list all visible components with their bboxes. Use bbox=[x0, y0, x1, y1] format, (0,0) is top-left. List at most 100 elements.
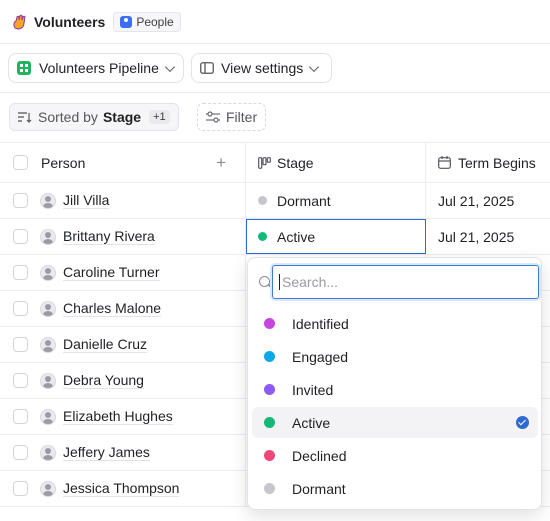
row-checkbox[interactable] bbox=[12, 193, 28, 208]
term-begins-cell[interactable]: Jul 21, 2025 bbox=[426, 183, 550, 218]
avatar bbox=[40, 480, 56, 497]
stage-dropdown: Search... Identified Engaged Invited Active… bbox=[247, 257, 542, 510]
person-name[interactable]: Jessica Thompson bbox=[63, 480, 180, 497]
stage-color-dot bbox=[264, 384, 275, 395]
person-name[interactable]: Jill Villa bbox=[63, 192, 110, 209]
person-cell[interactable]: Brittany Rivera bbox=[40, 219, 246, 254]
stage-option[interactable]: Invited bbox=[252, 374, 538, 405]
person-cell[interactable]: Charles Malone bbox=[40, 291, 246, 326]
pipeline-grid-icon bbox=[17, 61, 31, 75]
person-name[interactable]: Brittany Rivera bbox=[63, 228, 155, 245]
chevron-down-icon bbox=[164, 61, 175, 72]
search-placeholder: Search... bbox=[282, 274, 339, 290]
toolbar: Volunteers Pipeline View settings bbox=[0, 44, 550, 93]
filter-button[interactable]: Filter bbox=[197, 103, 267, 131]
row-checkbox[interactable] bbox=[12, 481, 28, 496]
column-header-person[interactable]: Person + bbox=[40, 143, 246, 182]
row-checkbox[interactable] bbox=[12, 373, 28, 388]
stage-option-label: Active bbox=[292, 414, 331, 431]
view-settings-button[interactable]: View settings bbox=[191, 53, 332, 83]
stage-color-dot bbox=[264, 417, 275, 428]
person-name[interactable]: Jeffery James bbox=[63, 444, 150, 461]
column-header-stage[interactable]: Stage bbox=[246, 143, 426, 182]
row-checkbox[interactable] bbox=[12, 265, 28, 280]
object-badge[interactable]: People bbox=[113, 11, 181, 32]
person-cell[interactable]: Jeffery James bbox=[40, 435, 246, 470]
sort-field: Stage bbox=[102, 109, 142, 125]
term-begins-value: Jul 21, 2025 bbox=[438, 228, 515, 245]
row-select-cell bbox=[0, 435, 40, 470]
sort-extra-count: +1 bbox=[149, 110, 170, 124]
stage-status-dot bbox=[258, 232, 267, 241]
stage-option[interactable]: Active bbox=[252, 407, 538, 438]
stage-option-label: Declined bbox=[292, 447, 347, 464]
search-icon bbox=[259, 276, 270, 287]
person-name[interactable]: Elizabeth Hughes bbox=[63, 408, 173, 425]
row-select-cell bbox=[0, 399, 40, 434]
person-cell[interactable]: Debra Young bbox=[40, 363, 246, 398]
add-column-icon[interactable]: + bbox=[216, 154, 226, 171]
column-header-term-begins[interactable]: Term Begins bbox=[426, 143, 550, 182]
person-name[interactable]: Danielle Cruz bbox=[63, 336, 148, 353]
check-circle-icon bbox=[516, 416, 529, 429]
person-cell[interactable]: Danielle Cruz bbox=[40, 327, 246, 362]
stage-option-label: Engaged bbox=[292, 348, 349, 365]
stage-option[interactable]: Dormant bbox=[252, 473, 538, 504]
person-cell[interactable]: Caroline Turner bbox=[40, 255, 246, 290]
layout-icon bbox=[200, 62, 214, 74]
sort-chip[interactable]: Sorted by Stage +1 bbox=[9, 103, 179, 131]
row-checkbox[interactable] bbox=[12, 301, 28, 316]
filter-label: Filter bbox=[226, 109, 258, 125]
row-select-cell bbox=[0, 219, 40, 254]
filter-sliders-icon bbox=[206, 111, 220, 123]
view-settings-label: View settings bbox=[221, 60, 304, 76]
select-all-checkbox[interactable] bbox=[12, 155, 28, 170]
row-select-cell bbox=[0, 255, 40, 290]
person-name[interactable]: Debra Young bbox=[63, 372, 144, 389]
person-cell[interactable]: Elizabeth Hughes bbox=[40, 399, 246, 434]
select-all-cell bbox=[0, 143, 40, 182]
avatar bbox=[40, 300, 56, 317]
sort-icon bbox=[18, 112, 32, 123]
row-checkbox[interactable] bbox=[12, 229, 28, 244]
person-name[interactable]: Caroline Turner bbox=[63, 264, 160, 281]
person-cell[interactable]: Jill Villa bbox=[40, 183, 246, 218]
stage-cell[interactable]: Dormant bbox=[246, 183, 426, 218]
row-checkbox[interactable] bbox=[12, 337, 28, 352]
person-icon bbox=[120, 15, 133, 28]
stage-option[interactable]: Identified bbox=[252, 308, 538, 339]
avatar bbox=[40, 228, 56, 245]
avatar bbox=[40, 408, 56, 425]
avatar bbox=[40, 264, 56, 281]
stage-cell[interactable]: Active bbox=[246, 219, 426, 254]
page-title: Volunteers bbox=[34, 13, 106, 30]
stage-color-dot bbox=[264, 450, 275, 461]
volunteers-hand-icon bbox=[13, 14, 26, 30]
stage-option-label: Invited bbox=[292, 381, 334, 398]
avatar bbox=[40, 372, 56, 389]
stage-status-dot bbox=[258, 196, 267, 205]
stage-option[interactable]: Declined bbox=[252, 440, 538, 471]
table-row[interactable]: Brittany Rivera Active Jul 21, 2025 bbox=[0, 219, 550, 255]
row-checkbox[interactable] bbox=[12, 409, 28, 424]
column-header-person-label: Person bbox=[41, 154, 86, 171]
pipeline-selector-label: Volunteers Pipeline bbox=[39, 60, 159, 76]
object-badge-label: People bbox=[136, 14, 174, 29]
avatar bbox=[40, 336, 56, 353]
person-cell[interactable]: Jessica Thompson bbox=[40, 471, 246, 506]
term-begins-cell[interactable]: Jul 21, 2025 bbox=[426, 219, 550, 254]
pipeline-selector-button[interactable]: Volunteers Pipeline bbox=[8, 53, 184, 83]
calendar-icon bbox=[438, 156, 451, 169]
term-begins-value: Jul 21, 2025 bbox=[438, 192, 515, 209]
kanban-icon bbox=[258, 156, 271, 169]
search-input[interactable]: Search... bbox=[272, 265, 539, 299]
stage-option[interactable]: Engaged bbox=[252, 341, 538, 372]
person-name[interactable]: Charles Malone bbox=[63, 300, 162, 317]
row-checkbox[interactable] bbox=[12, 445, 28, 460]
column-header-term-begins-label: Term Begins bbox=[458, 154, 536, 171]
avatar bbox=[40, 444, 56, 461]
table-row[interactable]: Jill Villa Dormant Jul 21, 2025 bbox=[0, 183, 550, 219]
stage-value: Active bbox=[277, 228, 316, 245]
row-select-cell bbox=[0, 291, 40, 326]
row-select-cell bbox=[0, 327, 40, 362]
